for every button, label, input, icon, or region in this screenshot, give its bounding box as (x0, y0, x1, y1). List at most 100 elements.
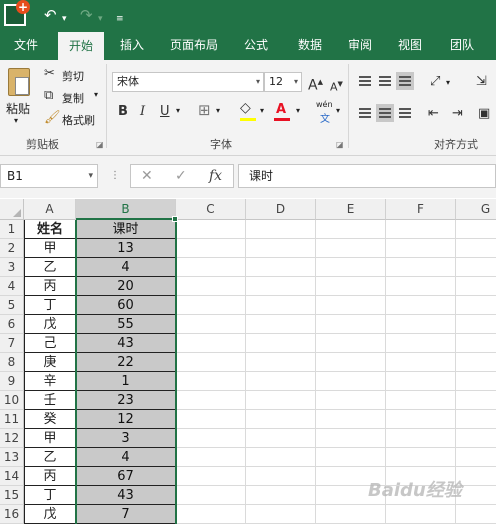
cell-hours[interactable]: 课时 (76, 220, 176, 239)
empty-cell[interactable] (176, 353, 246, 372)
column-header-a[interactable]: A (24, 199, 76, 220)
cell-hours[interactable]: 3 (76, 429, 176, 448)
empty-cell[interactable] (246, 410, 316, 429)
merge-center-icon[interactable]: ▣ (478, 106, 490, 122)
empty-cell[interactable] (176, 258, 246, 277)
empty-cell[interactable] (316, 448, 386, 467)
empty-cell[interactable] (246, 220, 316, 239)
empty-cell[interactable] (456, 277, 496, 296)
empty-cell[interactable] (246, 391, 316, 410)
cell-name[interactable]: 甲 (24, 429, 76, 448)
borders-dropdown-icon[interactable]: ▾ (216, 106, 220, 115)
empty-cell[interactable] (176, 429, 246, 448)
fill-color-dropdown-icon[interactable]: ▾ (260, 106, 264, 115)
empty-cell[interactable] (176, 315, 246, 334)
cell-hours[interactable]: 60 (76, 296, 176, 315)
grow-font-icon[interactable]: A▲ (308, 74, 323, 94)
cell-hours[interactable]: 23 (76, 391, 176, 410)
align-top-button[interactable] (356, 72, 374, 90)
cell-hours[interactable]: 67 (76, 467, 176, 486)
empty-cell[interactable] (316, 220, 386, 239)
align-bottom-button[interactable] (396, 72, 414, 90)
cut-button[interactable]: 剪切 (62, 68, 84, 84)
orientation-icon[interactable]: ⤢ (430, 74, 440, 90)
paste-icon[interactable] (8, 68, 30, 96)
cell-name[interactable]: 乙 (24, 258, 76, 277)
empty-cell[interactable] (246, 372, 316, 391)
cell-hours[interactable]: 12 (76, 410, 176, 429)
tab-formulas[interactable]: 公式 (234, 30, 278, 60)
empty-cell[interactable] (386, 353, 456, 372)
empty-cell[interactable] (316, 239, 386, 258)
tab-data[interactable]: 数据 (288, 30, 332, 60)
empty-cell[interactable] (386, 429, 456, 448)
cell-name[interactable]: 辛 (24, 372, 76, 391)
empty-cell[interactable] (316, 353, 386, 372)
empty-cell[interactable] (246, 239, 316, 258)
empty-cell[interactable] (456, 486, 496, 505)
cell-name[interactable]: 癸 (24, 410, 76, 429)
tab-review[interactable]: 审阅 (338, 30, 382, 60)
enter-icon[interactable]: ✓ (175, 168, 187, 184)
empty-cell[interactable] (176, 448, 246, 467)
font-size-select[interactable]: 12 ▾ (264, 72, 302, 92)
decrease-indent-icon[interactable]: ⇤ (428, 106, 439, 122)
empty-cell[interactable] (456, 448, 496, 467)
column-header-d[interactable]: D (246, 199, 316, 220)
row-header[interactable]: 11 (0, 410, 24, 429)
cell-name[interactable]: 甲 (24, 239, 76, 258)
empty-cell[interactable] (316, 258, 386, 277)
row-header[interactable]: 16 (0, 505, 24, 524)
cell-name[interactable]: 戊 (24, 315, 76, 334)
empty-cell[interactable] (386, 315, 456, 334)
underline-button[interactable]: U (160, 104, 170, 120)
empty-cell[interactable] (246, 353, 316, 372)
font-color-dropdown-icon[interactable]: ▾ (296, 106, 300, 115)
empty-cell[interactable] (246, 315, 316, 334)
empty-cell[interactable] (176, 239, 246, 258)
cell-hours[interactable]: 7 (76, 505, 176, 524)
column-header-f[interactable]: F (386, 199, 456, 220)
cell-name[interactable]: 庚 (24, 353, 76, 372)
align-right-button[interactable] (396, 104, 414, 122)
copy-dropdown-icon[interactable]: ▾ (94, 90, 98, 99)
redo-icon[interactable]: ↷ (80, 6, 93, 24)
empty-cell[interactable] (456, 391, 496, 410)
cell-name[interactable]: 丁 (24, 486, 76, 505)
empty-cell[interactable] (386, 220, 456, 239)
row-header[interactable]: 7 (0, 334, 24, 353)
empty-cell[interactable] (176, 296, 246, 315)
formula-input[interactable]: 课时 (238, 164, 496, 188)
font-color-icon[interactable]: A (276, 102, 286, 118)
empty-cell[interactable] (456, 353, 496, 372)
align-left-button[interactable] (356, 104, 374, 122)
empty-cell[interactable] (316, 296, 386, 315)
clipboard-launcher-icon[interactable]: ◪ (96, 140, 104, 149)
empty-cell[interactable] (456, 429, 496, 448)
italic-button[interactable]: I (140, 104, 145, 120)
empty-cell[interactable] (456, 315, 496, 334)
empty-cell[interactable] (246, 505, 316, 524)
empty-cell[interactable] (456, 334, 496, 353)
empty-cell[interactable] (386, 372, 456, 391)
empty-cell[interactable] (176, 220, 246, 239)
row-header[interactable]: 4 (0, 277, 24, 296)
empty-cell[interactable] (246, 277, 316, 296)
row-header[interactable]: 12 (0, 429, 24, 448)
empty-cell[interactable] (176, 486, 246, 505)
undo-icon[interactable]: ↶ (44, 6, 57, 24)
tab-home[interactable]: 开始 (58, 32, 104, 60)
empty-cell[interactable] (386, 239, 456, 258)
row-header[interactable]: 15 (0, 486, 24, 505)
empty-cell[interactable] (316, 372, 386, 391)
empty-cell[interactable] (246, 467, 316, 486)
empty-cell[interactable] (386, 258, 456, 277)
cell-hours[interactable]: 22 (76, 353, 176, 372)
cell-name[interactable]: 丁 (24, 296, 76, 315)
column-header-c[interactable]: C (176, 199, 246, 220)
font-name-select[interactable]: 宋体 ▾ (112, 72, 264, 92)
cell-hours[interactable]: 4 (76, 258, 176, 277)
empty-cell[interactable] (316, 277, 386, 296)
resize-handle-icon[interactable]: ⋮ (110, 170, 120, 181)
row-header[interactable]: 8 (0, 353, 24, 372)
